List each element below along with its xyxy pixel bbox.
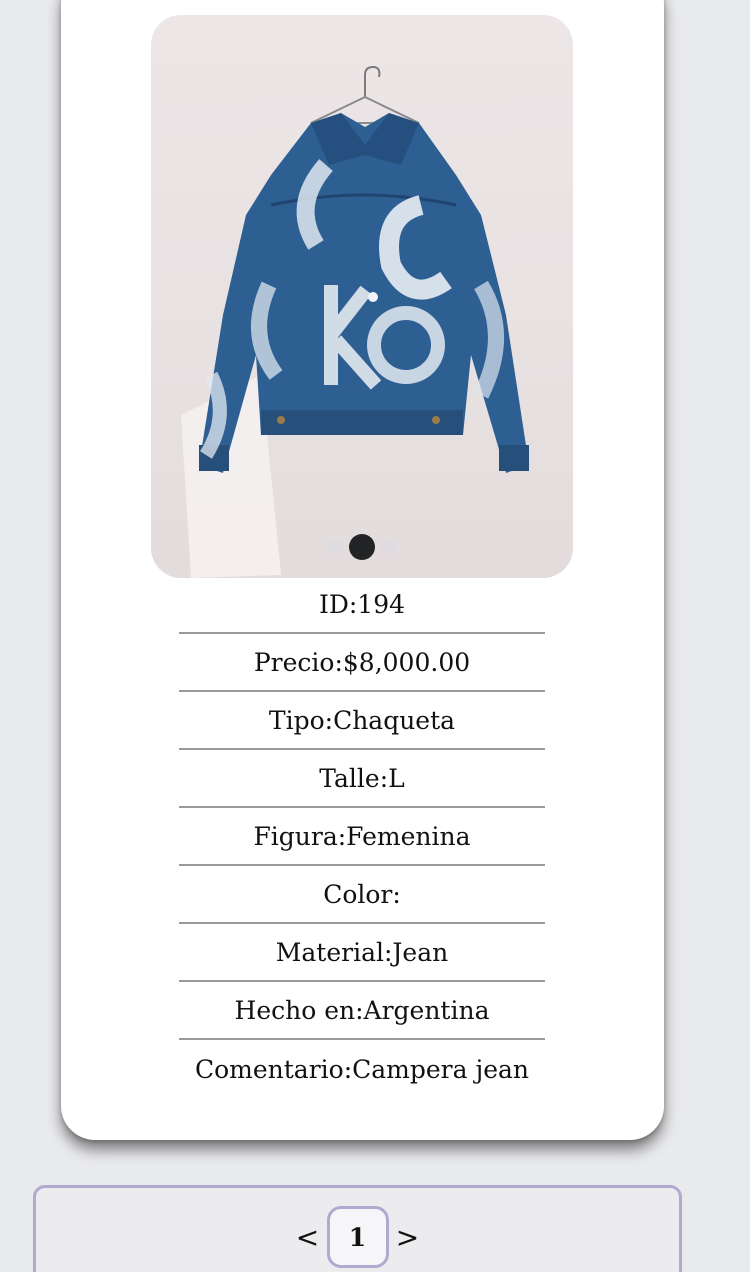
product-card: ID:194 Precio:$8,000.00 Tipo:Chaqueta Ta…	[61, 0, 664, 1140]
detail-price: Precio:$8,000.00	[179, 634, 545, 692]
detail-material: Material:Jean	[179, 924, 545, 982]
pagination: < 1 >	[33, 1185, 682, 1272]
carousel-dot[interactable]	[381, 539, 397, 555]
detail-color: Color:	[179, 866, 545, 924]
product-image-carousel[interactable]	[151, 15, 573, 578]
detail-type: Tipo:Chaqueta	[179, 692, 545, 750]
detail-comment: Comentario:Campera jean	[194, 1054, 530, 1084]
next-page-button[interactable]: >	[391, 1221, 425, 1254]
detail-figure: Figura:Femenina	[179, 808, 545, 866]
carousel-dot-active[interactable]	[349, 534, 375, 560]
detail-id: ID:194	[179, 576, 545, 634]
current-page-button[interactable]: 1	[326, 1206, 389, 1268]
detail-size: Talle:L	[179, 750, 545, 808]
hanger-icon	[310, 65, 420, 124]
detail-made-in: Hecho en:Argentina	[179, 982, 545, 1040]
product-photo	[181, 65, 529, 578]
carousel-dot[interactable]	[327, 539, 343, 555]
carousel-indicators	[151, 534, 573, 560]
prev-page-button[interactable]: <	[291, 1221, 325, 1254]
product-details-list: ID:194 Precio:$8,000.00 Tipo:Chaqueta Ta…	[179, 576, 545, 1098]
